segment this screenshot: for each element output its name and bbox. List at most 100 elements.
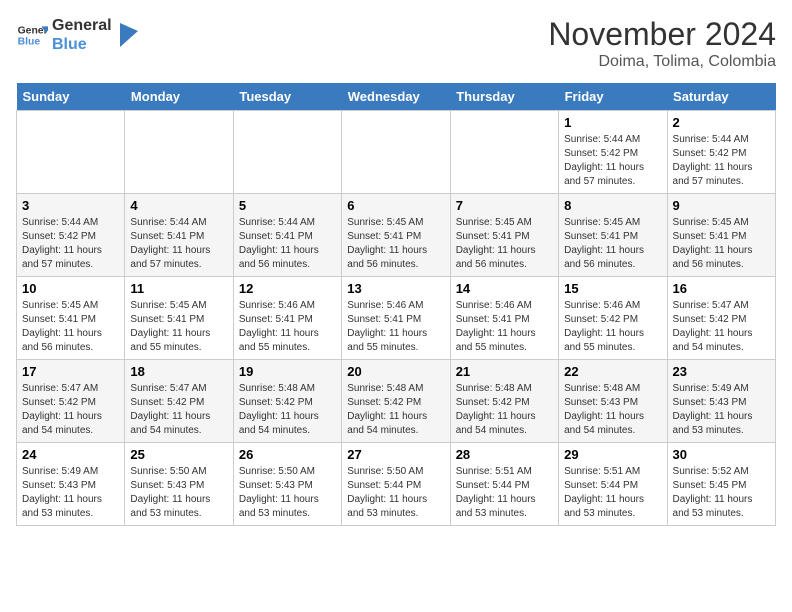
day-number: 17: [22, 364, 119, 379]
logo-blue: Blue: [52, 35, 112, 54]
calendar-cell: 28Sunrise: 5:51 AM Sunset: 5:44 PM Dayli…: [450, 443, 558, 526]
day-number: 1: [564, 115, 661, 130]
day-info: Sunrise: 5:49 AM Sunset: 5:43 PM Dayligh…: [22, 465, 119, 521]
calendar-cell: 8 Sunrise: 5:45 AM Sunset: 5:41 PM Daylig…: [559, 194, 667, 277]
calendar-header-row: SundayMondayTuesdayWednesdayThursdayFrid…: [17, 83, 776, 111]
calendar-cell: 30Sunrise: 5:52 AM Sunset: 5:45 PM Dayli…: [667, 443, 775, 526]
calendar-cell: 20 Sunrise: 5:48 AM Sunset: 5:42 PM Dayli…: [342, 360, 450, 443]
day-info: Sunrise: 5:44 AM Sunset: 5:42 PM Dayligh…: [673, 133, 770, 189]
day-number: 14: [456, 281, 553, 296]
day-number: 25: [130, 447, 227, 462]
calendar-cell: 10Sunrise: 5:45 AM Sunset: 5:41 PM Dayli…: [17, 277, 125, 360]
day-number: 27: [347, 447, 444, 462]
day-number: 20: [347, 364, 444, 379]
calendar-cell: 14 Sunrise: 5:46 AM Sunset: 5:41 PM Dayli…: [450, 277, 558, 360]
day-info: Sunrise: 5:48 AM Sunset: 5:43 PM Dayligh…: [564, 382, 661, 438]
day-number: 2: [673, 115, 770, 130]
calendar-cell: 17 Sunrise: 5:47 AM Sunset: 5:42 PM Dayli…: [17, 360, 125, 443]
day-info: Sunrise: 5:48 AM Sunset: 5:42 PM Dayligh…: [239, 382, 336, 438]
day-number: 23: [673, 364, 770, 379]
month-title: November 2024: [548, 16, 776, 53]
day-number: 21: [456, 364, 553, 379]
day-number: 5: [239, 198, 336, 213]
calendar-cell: 3Sunrise: 5:44 AM Sunset: 5:42 PM Daylig…: [17, 194, 125, 277]
calendar-cell: 2 Sunrise: 5:44 AM Sunset: 5:42 PM Daylig…: [667, 111, 775, 194]
calendar-cell: 4 Sunrise: 5:44 AM Sunset: 5:41 PM Daylig…: [125, 194, 233, 277]
calendar-cell: 21 Sunrise: 5:48 AM Sunset: 5:42 PM Dayli…: [450, 360, 558, 443]
day-number: 8: [564, 198, 661, 213]
day-info: Sunrise: 5:46 AM Sunset: 5:41 PM Dayligh…: [347, 299, 444, 355]
calendar-cell: 12Sunrise: 5:46 AM Sunset: 5:41 PM Dayli…: [233, 277, 341, 360]
day-info: Sunrise: 5:44 AM Sunset: 5:41 PM Dayligh…: [239, 216, 336, 272]
day-info: Sunrise: 5:45 AM Sunset: 5:41 PM Dayligh…: [130, 299, 227, 355]
calendar-cell: 5 Sunrise: 5:44 AM Sunset: 5:41 PM Daylig…: [233, 194, 341, 277]
logo-triangle-icon: [116, 21, 140, 49]
week-row-2: 3Sunrise: 5:44 AM Sunset: 5:42 PM Daylig…: [17, 194, 776, 277]
day-info: Sunrise: 5:48 AM Sunset: 5:42 PM Dayligh…: [456, 382, 553, 438]
calendar-cell: 24 Sunrise: 5:49 AM Sunset: 5:43 PM Dayli…: [17, 443, 125, 526]
day-info: Sunrise: 5:46 AM Sunset: 5:42 PM Dayligh…: [564, 299, 661, 355]
header-thursday: Thursday: [450, 83, 558, 111]
header-sunday: Sunday: [17, 83, 125, 111]
day-number: 11: [130, 281, 227, 296]
day-number: 26: [239, 447, 336, 462]
header-tuesday: Tuesday: [233, 83, 341, 111]
calendar-cell: 1Sunrise: 5:44 AM Sunset: 5:42 PM Daylig…: [559, 111, 667, 194]
day-info: Sunrise: 5:50 AM Sunset: 5:44 PM Dayligh…: [347, 465, 444, 521]
day-info: Sunrise: 5:51 AM Sunset: 5:44 PM Dayligh…: [456, 465, 553, 521]
day-info: Sunrise: 5:45 AM Sunset: 5:41 PM Dayligh…: [673, 216, 770, 272]
calendar-cell: 6Sunrise: 5:45 AM Sunset: 5:41 PM Daylig…: [342, 194, 450, 277]
day-info: Sunrise: 5:46 AM Sunset: 5:41 PM Dayligh…: [456, 299, 553, 355]
calendar-cell: 29Sunrise: 5:51 AM Sunset: 5:44 PM Dayli…: [559, 443, 667, 526]
header-saturday: Saturday: [667, 83, 775, 111]
calendar-cell: 7Sunrise: 5:45 AM Sunset: 5:41 PM Daylig…: [450, 194, 558, 277]
day-info: Sunrise: 5:45 AM Sunset: 5:41 PM Dayligh…: [456, 216, 553, 272]
day-number: 4: [130, 198, 227, 213]
title-block: November 2024 Doima, Tolima, Colombia: [548, 16, 776, 71]
day-number: 24: [22, 447, 119, 462]
day-info: Sunrise: 5:49 AM Sunset: 5:43 PM Dayligh…: [673, 382, 770, 438]
calendar-cell: 18 Sunrise: 5:47 AM Sunset: 5:42 PM Dayli…: [125, 360, 233, 443]
day-number: 13: [347, 281, 444, 296]
calendar-cell: 25 Sunrise: 5:50 AM Sunset: 5:43 PM Dayli…: [125, 443, 233, 526]
day-info: Sunrise: 5:47 AM Sunset: 5:42 PM Dayligh…: [22, 382, 119, 438]
logo: General Blue General Blue: [16, 16, 140, 54]
logo-general: General: [52, 16, 112, 35]
week-row-5: 24 Sunrise: 5:49 AM Sunset: 5:43 PM Dayli…: [17, 443, 776, 526]
logo-icon: General Blue: [16, 19, 48, 51]
day-info: Sunrise: 5:47 AM Sunset: 5:42 PM Dayligh…: [130, 382, 227, 438]
calendar-cell: [125, 111, 233, 194]
calendar-cell: 9 Sunrise: 5:45 AM Sunset: 5:41 PM Daylig…: [667, 194, 775, 277]
calendar-cell: 11 Sunrise: 5:45 AM Sunset: 5:41 PM Dayli…: [125, 277, 233, 360]
calendar-cell: [233, 111, 341, 194]
calendar-cell: 15Sunrise: 5:46 AM Sunset: 5:42 PM Dayli…: [559, 277, 667, 360]
day-number: 22: [564, 364, 661, 379]
svg-text:Blue: Blue: [18, 37, 41, 48]
calendar-cell: 22 Sunrise: 5:48 AM Sunset: 5:43 PM Dayli…: [559, 360, 667, 443]
day-info: Sunrise: 5:52 AM Sunset: 5:45 PM Dayligh…: [673, 465, 770, 521]
calendar-cell: 13 Sunrise: 5:46 AM Sunset: 5:41 PM Dayli…: [342, 277, 450, 360]
page-header: General Blue General Blue November 2024 …: [16, 16, 776, 71]
calendar-table: SundayMondayTuesdayWednesdayThursdayFrid…: [16, 83, 776, 526]
calendar-cell: [342, 111, 450, 194]
calendar-cell: 16Sunrise: 5:47 AM Sunset: 5:42 PM Dayli…: [667, 277, 775, 360]
week-row-1: 1 Sunrise: 5:44 AM Sunset: 5:42 PM Daylig…: [17, 111, 776, 194]
header-friday: Friday: [559, 83, 667, 111]
header-monday: Monday: [125, 83, 233, 111]
day-number: 9: [673, 198, 770, 213]
day-info: Sunrise: 5:45 AM Sunset: 5:41 PM Dayligh…: [564, 216, 661, 272]
day-number: 10: [22, 281, 119, 296]
day-number: 18: [130, 364, 227, 379]
day-info: Sunrise: 5:50 AM Sunset: 5:43 PM Dayligh…: [130, 465, 227, 521]
day-number: 19: [239, 364, 336, 379]
week-row-4: 17 Sunrise: 5:47 AM Sunset: 5:42 PM Dayli…: [17, 360, 776, 443]
day-info: Sunrise: 5:47 AM Sunset: 5:42 PM Dayligh…: [673, 299, 770, 355]
calendar-cell: [450, 111, 558, 194]
week-row-3: 10 Sunrise: 5:45 AM Sunset: 5:41 PM Dayli…: [17, 277, 776, 360]
calendar-cell: [17, 111, 125, 194]
day-number: 29: [564, 447, 661, 462]
day-info: Sunrise: 5:44 AM Sunset: 5:41 PM Dayligh…: [130, 216, 227, 272]
location: Doima, Tolima, Colombia: [548, 53, 776, 71]
day-info: Sunrise: 5:48 AM Sunset: 5:42 PM Dayligh…: [347, 382, 444, 438]
day-info: Sunrise: 5:50 AM Sunset: 5:43 PM Dayligh…: [239, 465, 336, 521]
